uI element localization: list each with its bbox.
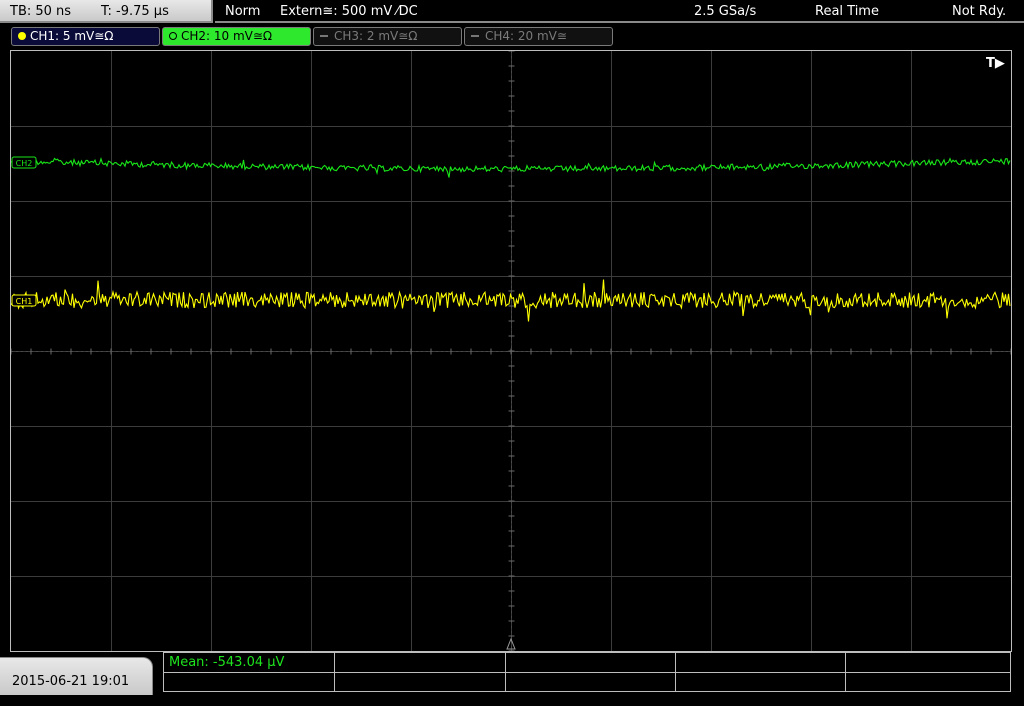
measurement-cell-2[interactable] bbox=[335, 653, 506, 673]
tab-ch2[interactable]: CH2: 10 mV≅Ω bbox=[162, 27, 311, 46]
ch4-off-indicator-icon bbox=[471, 35, 479, 37]
waveform-display[interactable]: CH2 CH1 T▶ bbox=[10, 50, 1012, 652]
datetime-value: 2015-06-21 19:01 bbox=[12, 674, 130, 689]
trigger-mode[interactable]: Norm bbox=[225, 0, 260, 23]
measurement-table[interactable]: Mean: -543.04 µV bbox=[163, 652, 1011, 692]
measurement-cell-7[interactable] bbox=[335, 672, 506, 692]
timebase-panel[interactable]: TB: 50 ns T: -9.75 µs bbox=[0, 0, 213, 23]
ch4-label: CH4: 20 mV≅ bbox=[485, 29, 567, 43]
timebase-value[interactable]: TB: 50 ns bbox=[10, 0, 71, 23]
ch1-label: CH1: 5 mV≅Ω bbox=[30, 29, 114, 43]
trigger-time-value[interactable]: T: -9.75 µs bbox=[101, 0, 169, 23]
ch1-trace bbox=[11, 279, 1011, 322]
ch2-label: CH2: 10 mV≅Ω bbox=[181, 29, 273, 43]
center-axis-ticks bbox=[11, 51, 1011, 651]
measurement-cell-6[interactable] bbox=[164, 672, 335, 692]
trigger-state: Not Rdy. bbox=[952, 4, 1007, 19]
trigger-position-marker[interactable]: T▶ bbox=[986, 56, 1005, 71]
ch2-trace bbox=[11, 156, 1011, 178]
measurement-cell-8[interactable] bbox=[506, 672, 676, 692]
measurement-cell-9[interactable] bbox=[676, 672, 846, 692]
ch2-level-marker[interactable]: CH2 bbox=[11, 156, 37, 169]
datetime-display: 2015-06-21 19:01 bbox=[0, 657, 153, 695]
graticule-svg: CH2 CH1 T▶ bbox=[11, 51, 1011, 651]
ch2-marker-label: CH2 bbox=[16, 159, 33, 168]
ch1-level-marker[interactable]: CH1 bbox=[11, 294, 37, 307]
acquisition-mode[interactable]: Real Time bbox=[815, 0, 879, 23]
measurement-cell-3[interactable] bbox=[506, 653, 676, 673]
ch3-label: CH3: 2 mV≅Ω bbox=[334, 29, 418, 43]
ch1-marker-label: CH1 bbox=[16, 297, 33, 306]
ch2-on-indicator-icon bbox=[169, 32, 177, 40]
trigger-status-bar: Norm Extern≅: 500 mV ⁄DC 2.5 GSa/s Real … bbox=[215, 0, 1024, 23]
ch1-on-indicator-icon bbox=[18, 32, 26, 40]
tab-ch3[interactable]: CH3: 2 mV≅Ω bbox=[313, 27, 462, 46]
measurement-cell-5[interactable] bbox=[846, 653, 1010, 673]
tab-ch1[interactable]: CH1: 5 mV≅Ω bbox=[11, 27, 160, 46]
ch3-off-indicator-icon bbox=[320, 35, 328, 37]
trigger-source[interactable]: Extern≅: 500 mV ⁄DC bbox=[280, 0, 418, 23]
measurement-cell-10[interactable] bbox=[846, 672, 1010, 692]
tab-ch4[interactable]: CH4: 20 mV≅ bbox=[464, 27, 613, 46]
measurement-cell-4[interactable] bbox=[676, 653, 846, 673]
measurement-cell-1[interactable]: Mean: -543.04 µV bbox=[164, 653, 335, 673]
mean-measurement: Mean: -543.04 µV bbox=[169, 655, 285, 670]
sample-rate[interactable]: 2.5 GSa/s bbox=[694, 0, 756, 23]
